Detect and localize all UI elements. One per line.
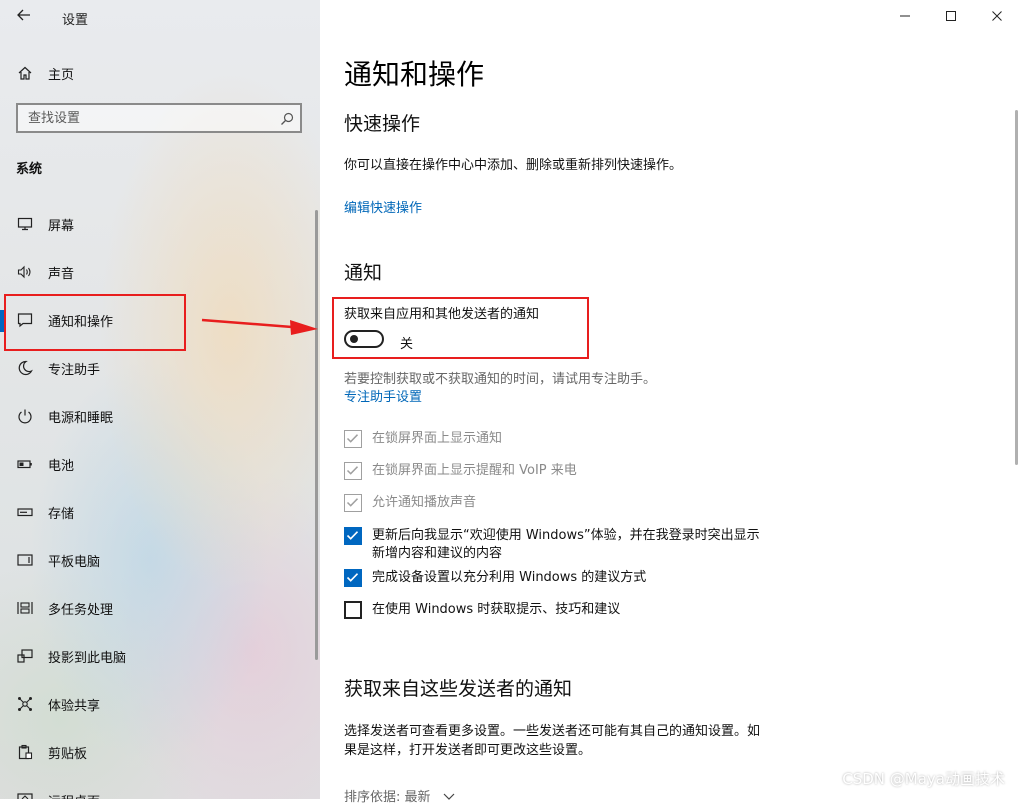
sidebar-item-label: 存储 bbox=[48, 506, 75, 522]
sidebar-item-focus-assist[interactable]: 专注助手 bbox=[0, 344, 316, 392]
sidebar-item-shared-experiences[interactable]: 体验共享 bbox=[0, 680, 316, 728]
checkbox-label: 在锁屏界面上显示通知 bbox=[372, 431, 503, 446]
sidebar-item-sound[interactable]: 声音 bbox=[0, 248, 316, 296]
sort-value: 最新 bbox=[404, 790, 431, 805]
checkmark-icon bbox=[346, 434, 359, 443]
checkmark-icon bbox=[346, 498, 359, 507]
sort-by-control[interactable]: 排序依据: 最新 bbox=[344, 786, 455, 805]
sidebar-item-label: 体验共享 bbox=[48, 698, 101, 714]
sidebar-item-remote-desktop[interactable]: 远程桌面 bbox=[0, 776, 316, 799]
checkbox-tips-tricks[interactable] bbox=[344, 601, 362, 619]
remote-desktop-icon bbox=[16, 791, 34, 799]
share-icon bbox=[16, 695, 34, 713]
maximize-icon bbox=[946, 11, 956, 21]
senders-description-line1: 选择发送者可查看更多设置。一些发送者还可能有其自己的通知设置。如 bbox=[344, 724, 761, 739]
section-heading-senders: 获取来自这些发送者的通知 bbox=[344, 678, 573, 700]
close-icon bbox=[992, 11, 1002, 21]
checkbox-notification-sounds[interactable] bbox=[344, 494, 362, 512]
sidebar-item-storage[interactable]: 存储 bbox=[0, 488, 316, 536]
sidebar-item-label: 声音 bbox=[48, 266, 75, 282]
sidebar: 设置 主页 系统 屏幕 声音 通知和操作 专注助手 bbox=[0, 0, 320, 799]
section-label-system: 系统 bbox=[16, 162, 43, 177]
checkbox-welcome-experience[interactable] bbox=[344, 527, 362, 545]
clipboard-icon bbox=[16, 743, 34, 761]
tablet-icon bbox=[16, 551, 34, 569]
sort-label: 排序依据: bbox=[344, 790, 401, 805]
annotation-arrow-icon bbox=[201, 318, 318, 335]
power-icon bbox=[16, 407, 34, 425]
sidebar-item-tablet[interactable]: 平板电脑 bbox=[0, 536, 316, 584]
multitask-icon bbox=[16, 599, 34, 617]
sidebar-scrollbar[interactable] bbox=[315, 210, 318, 660]
checkbox-label: 更新后向我显示“欢迎使用 Windows”体验，并在我登录时突出显示 bbox=[372, 528, 760, 543]
edit-quick-actions-link[interactable]: 编辑快速操作 bbox=[344, 197, 422, 216]
sidebar-item-multitasking[interactable]: 多任务处理 bbox=[0, 584, 316, 632]
checkbox-label: 完成设备设置以充分利用 Windows 的建议方式 bbox=[372, 570, 647, 585]
search-box[interactable] bbox=[16, 103, 302, 133]
checkbox-lockscreen-notifications[interactable] bbox=[344, 430, 362, 448]
sidebar-item-label: 电池 bbox=[48, 458, 75, 474]
section-heading-quick-actions: 快速操作 bbox=[344, 113, 421, 135]
chevron-down-icon bbox=[443, 793, 455, 800]
page-title: 通知和操作 bbox=[344, 58, 485, 91]
checkbox-label: 在使用 Windows 时获取提示、技巧和建议 bbox=[372, 602, 621, 617]
sidebar-item-label: 主页 bbox=[48, 67, 75, 83]
notification-icon bbox=[16, 311, 34, 329]
sidebar-item-label: 平板电脑 bbox=[48, 554, 101, 570]
sidebar-item-projecting[interactable]: 投影到此电脑 bbox=[0, 632, 316, 680]
sidebar-item-home[interactable]: 主页 bbox=[0, 49, 316, 97]
home-icon bbox=[16, 64, 34, 82]
checkbox-label-line2: 新增内容和建议的内容 bbox=[372, 546, 503, 561]
monitor-icon bbox=[16, 215, 34, 233]
main-content: 通知和操作 快速操作 你可以直接在操作中心中添加、删除或重新排列快速操作。 编辑… bbox=[320, 0, 1020, 805]
checkbox-label: 允许通知播放声音 bbox=[372, 495, 477, 510]
sidebar-item-label: 电源和睡眠 bbox=[48, 410, 114, 426]
sidebar-item-display[interactable]: 屏幕 bbox=[0, 200, 316, 248]
sidebar-item-label: 多任务处理 bbox=[48, 602, 114, 618]
speaker-icon bbox=[16, 263, 34, 281]
maximize-button[interactable] bbox=[928, 0, 974, 32]
toggle-knob bbox=[350, 335, 358, 343]
watermark: CSDN @Maya动画技术 bbox=[842, 770, 1005, 788]
focus-assist-settings-link[interactable]: 专注助手设置 bbox=[344, 386, 422, 405]
quick-actions-description: 你可以直接在操作中心中添加、删除或重新排列快速操作。 bbox=[344, 158, 683, 173]
checkbox-lockscreen-reminders[interactable] bbox=[344, 462, 362, 480]
content-scrollbar[interactable] bbox=[1015, 110, 1018, 465]
back-arrow-icon bbox=[17, 9, 30, 21]
checkmark-icon bbox=[346, 573, 359, 582]
moon-icon bbox=[16, 359, 34, 377]
sidebar-item-label: 屏幕 bbox=[48, 218, 75, 234]
storage-icon bbox=[16, 503, 34, 521]
notifications-toggle[interactable] bbox=[344, 330, 384, 348]
battery-icon bbox=[16, 455, 34, 473]
focus-assist-hint: 若要控制获取或不获取通知的时间，请试用专注助手。 bbox=[344, 372, 657, 387]
checkbox-device-setup[interactable] bbox=[344, 569, 362, 587]
checkbox-label: 在锁屏界面上显示提醒和 VoIP 来电 bbox=[372, 463, 577, 478]
sidebar-item-label: 剪贴板 bbox=[48, 746, 88, 762]
sidebar-item-label: 通知和操作 bbox=[48, 314, 114, 330]
checkmark-icon bbox=[346, 466, 359, 475]
search-input[interactable] bbox=[18, 105, 268, 131]
sidebar-item-battery[interactable]: 电池 bbox=[0, 440, 316, 488]
close-button[interactable] bbox=[974, 0, 1020, 32]
sidebar-item-label: 投影到此电脑 bbox=[48, 650, 127, 666]
search-icon[interactable] bbox=[280, 111, 294, 125]
sidebar-item-power[interactable]: 电源和睡眠 bbox=[0, 392, 316, 440]
minimize-icon bbox=[900, 15, 910, 17]
toggle-state-label: 关 bbox=[400, 337, 414, 352]
section-heading-notifications: 通知 bbox=[344, 262, 383, 284]
app-title: 设置 bbox=[62, 13, 89, 28]
minimize-button[interactable] bbox=[882, 0, 928, 32]
checkmark-icon bbox=[346, 531, 359, 540]
sidebar-item-clipboard[interactable]: 剪贴板 bbox=[0, 728, 316, 776]
sidebar-item-label: 远程桌面 bbox=[48, 791, 100, 800]
senders-description-line2: 果是这样，打开发送者即可更改这些设置。 bbox=[344, 743, 592, 758]
sidebar-item-label: 专注助手 bbox=[48, 362, 101, 378]
project-icon bbox=[16, 647, 34, 665]
notifications-toggle-label: 获取来自应用和其他发送者的通知 bbox=[344, 307, 540, 322]
back-button[interactable] bbox=[14, 5, 34, 25]
